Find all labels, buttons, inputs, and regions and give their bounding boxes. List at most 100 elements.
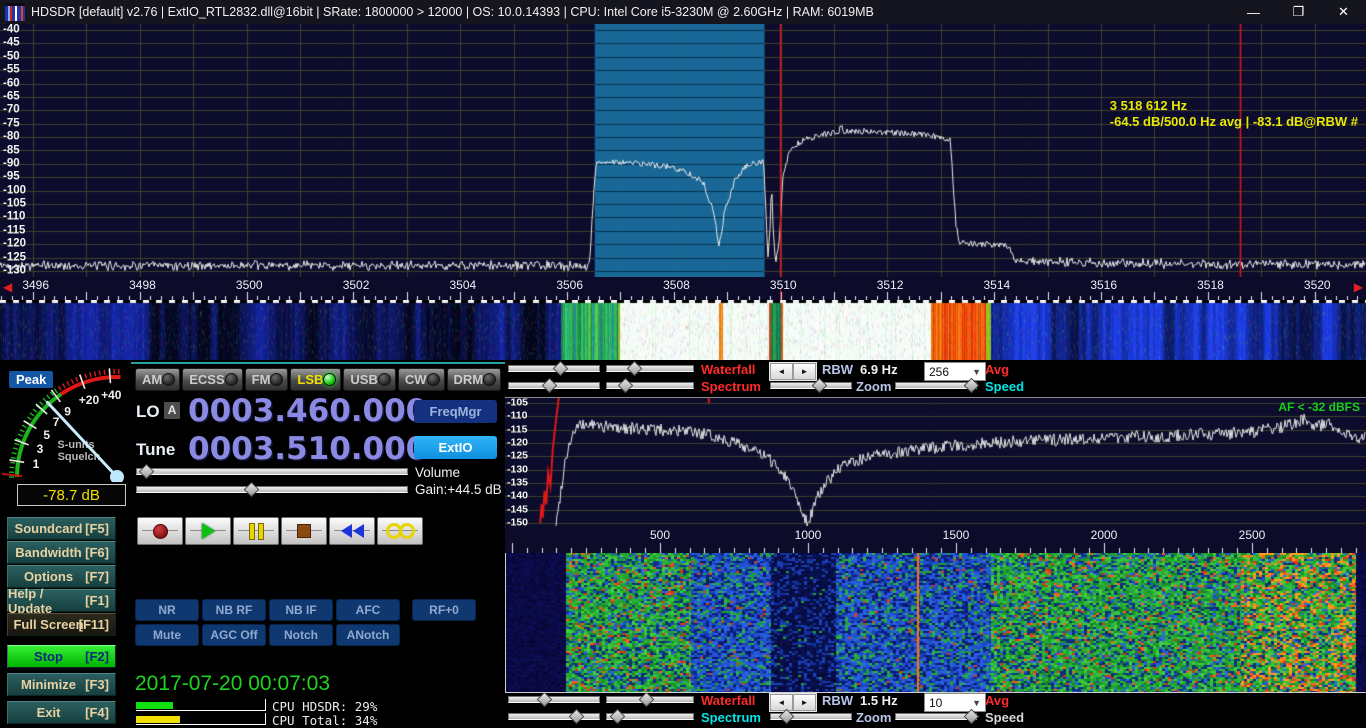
rf-spectrum-slider-2-thumb[interactable] [618, 378, 634, 394]
af-rbw-up-arrow-icon[interactable]: ► [793, 694, 816, 711]
sidebar-button-minimize[interactable]: Minimize[F3] [7, 673, 116, 696]
lo-vfo-a-button[interactable]: A [164, 402, 180, 419]
af-zoom-slider[interactable] [770, 711, 852, 722]
af-rbw-down-arrow-icon[interactable]: ◄ [770, 694, 793, 711]
s-meter-reading: -78.7 dB [17, 484, 126, 506]
dsp-button-notch[interactable]: Notch [269, 624, 333, 646]
af-waterfall-slider-2-thumb[interactable] [638, 692, 654, 708]
rewind-icon [340, 524, 364, 538]
af-speed-slider[interactable] [895, 711, 977, 722]
scale-right-arrow-icon[interactable]: ▶ [1354, 280, 1363, 294]
volume-slider-track[interactable] [136, 468, 408, 475]
play-button[interactable] [185, 517, 231, 545]
rf-zoom-slider-thumb[interactable] [812, 378, 828, 394]
af-freq-tick-label: 2500 [1239, 528, 1266, 542]
rf-zoom-slider[interactable] [770, 380, 852, 391]
dsp-button-nb-rf[interactable]: NB RF [202, 599, 266, 621]
sidebar-button-soundcard[interactable]: Soundcard[F5] [7, 517, 116, 540]
mode-button-cw[interactable]: CW [398, 368, 445, 391]
dsp-button-nr[interactable]: NR [135, 599, 199, 621]
close-button[interactable]: ✕ [1321, 0, 1366, 24]
af-waterfall-label: Waterfall [701, 693, 755, 708]
tune-frequency-display[interactable]: 0003.510.000 [188, 434, 427, 464]
rf-rbw-spinner[interactable]: ◄► [769, 362, 817, 381]
mode-button-fm[interactable]: FM [245, 368, 289, 391]
mode-button-usb[interactable]: USB [343, 368, 395, 391]
volume-slider[interactable] [136, 466, 408, 477]
peak-badge[interactable]: Peak [9, 371, 53, 388]
sidebar-button-bandwidth[interactable]: Bandwidth[F6] [7, 541, 116, 564]
af-db-tick-label: -135 [507, 476, 528, 488]
rf-waterfall-slider-2[interactable] [606, 363, 694, 374]
af-waterfall-slider-1[interactable] [508, 694, 600, 705]
af-zoom-slider-thumb[interactable] [778, 709, 794, 725]
mode-label: ECSS [189, 372, 224, 387]
gain-slider-thumb[interactable] [243, 482, 259, 498]
dsp-button-agc-off[interactable]: AGC Off [202, 624, 266, 646]
rf-rbw-up-arrow-icon[interactable]: ► [793, 363, 816, 380]
rewind-button[interactable] [329, 517, 375, 545]
af-spectrum-slider-1[interactable] [508, 711, 600, 722]
mode-label: CW [405, 372, 427, 387]
af-waterfall-slider-2[interactable] [606, 694, 694, 705]
mode-button-drm[interactable]: DRM [447, 368, 502, 391]
rf-spectrum-slider-1[interactable] [508, 380, 600, 391]
dsp-button-rf+0[interactable]: RF+0 [412, 599, 476, 621]
freqmgr-button[interactable]: FreqMgr [414, 400, 497, 423]
rf-speed-slider[interactable] [895, 380, 977, 391]
rf-freq-tick-label: 3520 [1304, 278, 1331, 292]
af-db-tick-label: -130 [507, 463, 528, 475]
rf-avg-select[interactable]: 256▼ [924, 362, 986, 381]
rf-spectrum-slider-1-thumb[interactable] [542, 378, 558, 394]
sidebar-button-help-update[interactable]: Help / Update[F1] [7, 589, 116, 612]
gain-slider-track[interactable] [136, 486, 408, 493]
rf-waterfall-slider-1[interactable] [508, 363, 600, 374]
pause-button[interactable] [233, 517, 279, 545]
dsp-button-mute[interactable]: Mute [135, 624, 199, 646]
af-speed-slider-thumb[interactable] [964, 709, 980, 725]
af-rbw-spinner[interactable]: ◄► [769, 693, 817, 712]
extio-button[interactable]: ExtIO [414, 436, 497, 459]
mode-button-ecss[interactable]: ECSS [182, 368, 242, 391]
af-spectrum-slider-2[interactable] [606, 711, 694, 722]
minimize-button[interactable]: — [1231, 0, 1276, 24]
af-waterfall-slider-1-track[interactable] [508, 696, 600, 703]
af-waterfall-slider-1-thumb[interactable] [536, 692, 552, 708]
mode-button-am[interactable]: AM [135, 368, 180, 391]
dsp-button-anotch[interactable]: ANotch [336, 624, 400, 646]
af-spectrum-display[interactable]: -105-110-115-120-125-130-135-140-145-150… [505, 397, 1366, 528]
sidebar-button-exit[interactable]: Exit[F4] [7, 701, 116, 724]
rf-spectrum-display[interactable]: -40-45-50-55-60-65-70-75-80-85-90-95-100… [0, 24, 1366, 277]
s-meter[interactable]: 13579+20+40S-unitsSquelch Peak -78.7 dB [0, 362, 131, 515]
stop-button[interactable] [281, 517, 327, 545]
af-spectrum-slider-1-track[interactable] [508, 713, 600, 720]
dsp-button-afc[interactable]: AFC [336, 599, 400, 621]
rf-spectrum-slider-2[interactable] [606, 380, 694, 391]
maximize-button[interactable]: ❐ [1276, 0, 1321, 24]
af-rbw-value: 1.5 Hz [860, 693, 898, 708]
gain-slider[interactable] [136, 484, 408, 495]
sidebar-button-stop[interactable]: Stop[F2] [7, 645, 116, 668]
loop-button[interactable] [377, 517, 423, 545]
record-button[interactable] [137, 517, 183, 545]
af-spectrum-slider-2-thumb[interactable] [610, 709, 626, 725]
rf-waterfall-slider-2-track[interactable] [606, 365, 694, 372]
sidebar-button-full-screen[interactable]: Full Screen[F11] [7, 613, 116, 636]
rf-frequency-scale[interactable]: 3496349835003502350435063508351035123514… [0, 277, 1366, 300]
af-waterfall-display[interactable] [505, 553, 1366, 693]
rf-waterfall-slider-2-thumb[interactable] [627, 361, 643, 377]
scale-left-arrow-icon[interactable]: ◀ [3, 280, 12, 294]
af-spectrum-slider-1-thumb[interactable] [569, 709, 585, 725]
af-frequency-scale[interactable]: 5001000150020002500 [505, 527, 1366, 553]
loop-icon [386, 523, 415, 539]
volume-slider-thumb[interactable] [139, 464, 155, 480]
svg-text:3: 3 [37, 442, 44, 456]
rf-waterfall-display[interactable] [0, 300, 1366, 364]
af-avg-select[interactable]: 10▼ [924, 693, 986, 712]
rf-rbw-down-arrow-icon[interactable]: ◄ [770, 363, 793, 380]
lo-frequency-display[interactable]: 0003.460.000 [188, 396, 427, 426]
dsp-button-nb-if[interactable]: NB IF [269, 599, 333, 621]
rf-waterfall-slider-1-thumb[interactable] [553, 361, 569, 377]
rf-speed-slider-thumb[interactable] [964, 378, 980, 394]
mode-button-lsb[interactable]: LSB [290, 368, 341, 391]
